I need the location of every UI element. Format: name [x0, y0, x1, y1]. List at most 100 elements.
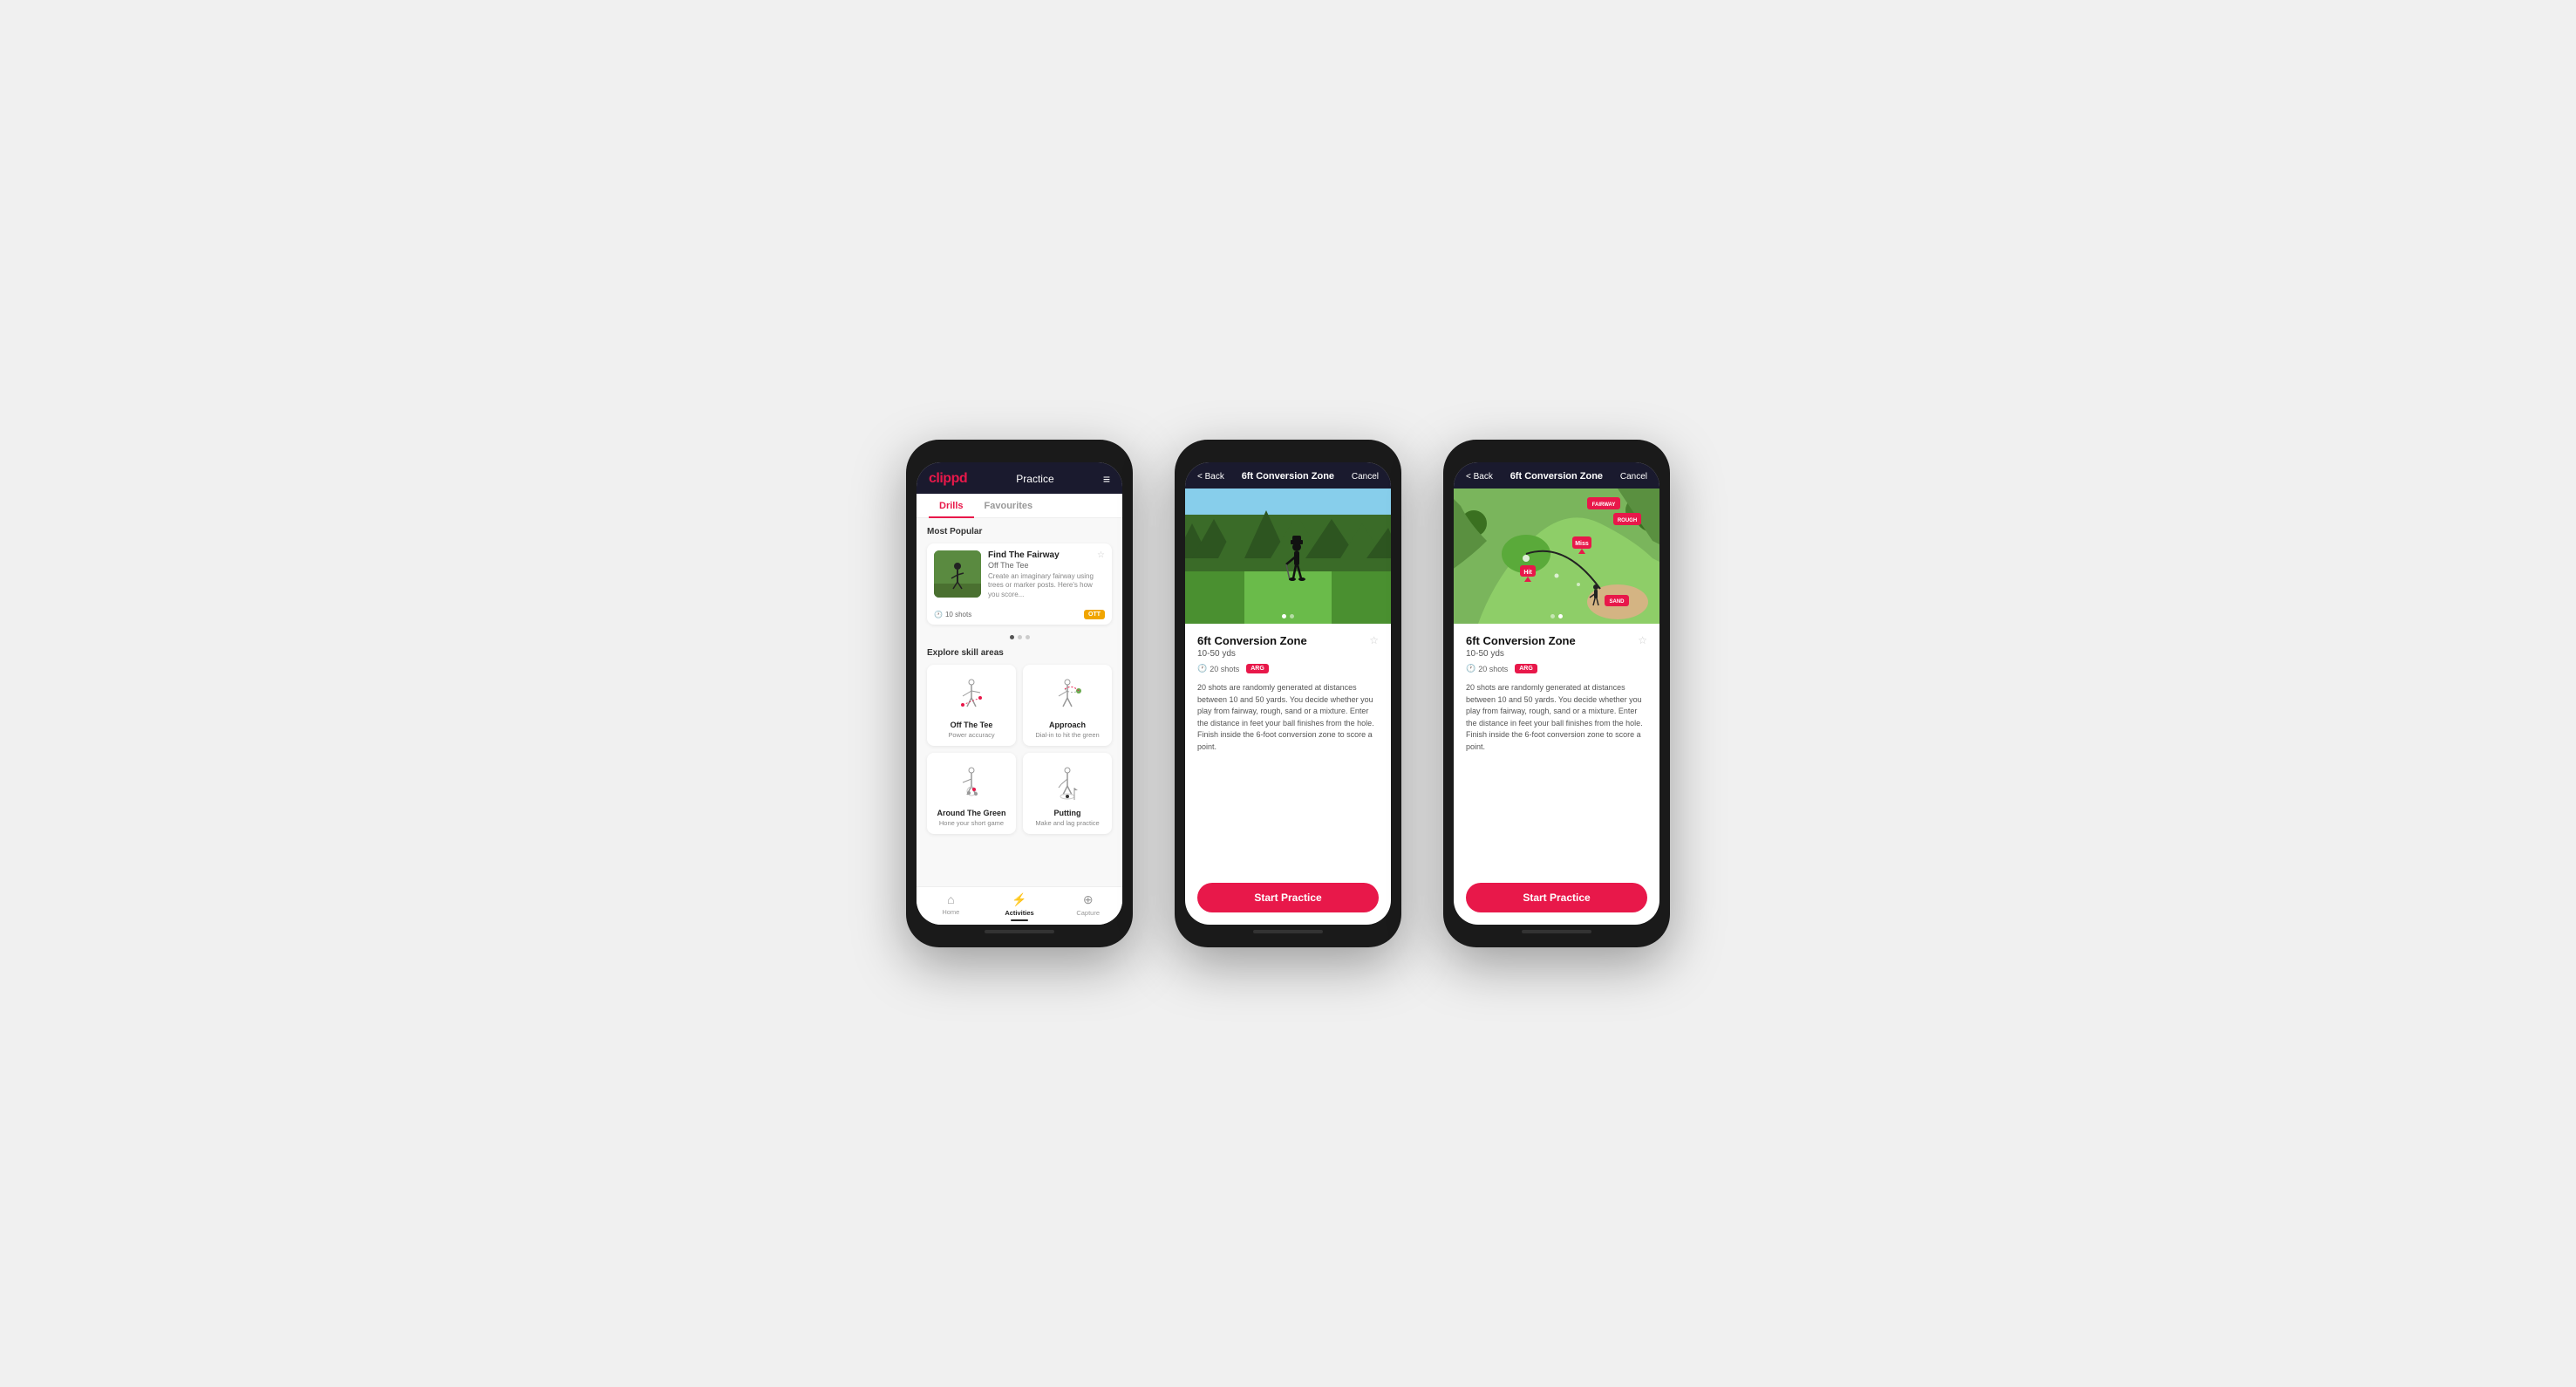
- svg-text:ROUGH: ROUGH: [1618, 518, 1637, 523]
- clock-icon-3: 🕐: [1466, 664, 1475, 673]
- nav-activities-label: Activities: [1005, 909, 1033, 917]
- nav-capture-label: Capture: [1076, 909, 1100, 917]
- skill-atg-name: Around The Green: [937, 809, 1005, 817]
- clock-icon: 🕐: [934, 611, 943, 618]
- cancel-button-3[interactable]: Cancel: [1620, 472, 1647, 482]
- back-button-3[interactable]: < Back: [1466, 472, 1493, 482]
- bottom-nav: ⌂ Home ⚡ Activities ⊕ Capture: [917, 886, 1122, 925]
- phone3-content: 6ft Conversion Zone ☆ 10-50 yds 🕐 20 sho…: [1454, 624, 1659, 883]
- start-practice-btn-2[interactable]: Start Practice: [1197, 883, 1379, 912]
- phone-1: clippd Practice ≡ Drills Favourites Most…: [906, 440, 1133, 947]
- putting-icon: [1046, 762, 1089, 805]
- dot-2: [1018, 635, 1022, 639]
- home-bar-2: [1253, 930, 1323, 933]
- drill-range-3: 10-50 yds: [1466, 649, 1647, 659]
- tab-favourites[interactable]: Favourites: [974, 494, 1044, 518]
- start-practice-btn-3[interactable]: Start Practice: [1466, 883, 1647, 912]
- svg-text:Miss: Miss: [1575, 541, 1589, 547]
- ott-icon: [950, 673, 993, 717]
- back-button-2[interactable]: < Back: [1197, 472, 1224, 482]
- golf-photo-svg: [1185, 489, 1391, 624]
- dot-3: [1026, 635, 1030, 639]
- phone-2: < Back 6ft Conversion Zone Cancel: [1175, 440, 1401, 947]
- scene: clippd Practice ≡ Drills Favourites Most…: [854, 387, 1722, 1000]
- nav-capture[interactable]: ⊕ Capture: [1053, 892, 1122, 921]
- clock-icon-2: 🕐: [1197, 664, 1207, 673]
- skill-ott-desc: Power accuracy: [948, 731, 994, 739]
- ott-badge: OTT: [1084, 610, 1105, 619]
- phone2-content: 6ft Conversion Zone ☆ 10-50 yds 🕐 20 sho…: [1185, 624, 1391, 883]
- phone-notch-3: [1522, 450, 1591, 455]
- explore-title: Explore skill areas: [927, 648, 1112, 658]
- fav-icon-3[interactable]: ☆: [1638, 634, 1647, 646]
- course-diagram-svg: Miss Hit FAIRWAY ROUGH SAND: [1454, 489, 1659, 624]
- drill-detail-2: 6ft Conversion Zone ☆ 10-50 yds 🕐 20 sho…: [1185, 624, 1391, 763]
- phone2-header: < Back 6ft Conversion Zone Cancel: [1185, 462, 1391, 489]
- img-dot-3-2: [1558, 614, 1563, 618]
- drill-meta-2: 🕐 20 shots ARG: [1197, 664, 1379, 673]
- home-bar-1: [985, 930, 1054, 933]
- skill-atg[interactable]: Around The Green Hone your short game: [927, 753, 1016, 834]
- arg-badge-2: ARG: [1246, 664, 1269, 673]
- nav-activities[interactable]: ⚡ Activities: [985, 892, 1054, 921]
- drill-description: Create an imaginary fairway using trees …: [988, 572, 1105, 599]
- skill-ott-name: Off The Tee: [951, 721, 993, 729]
- phone-notch: [985, 450, 1054, 455]
- drill-desc-2: 20 shots are randomly generated at dista…: [1197, 682, 1379, 753]
- img-dot-3-1: [1550, 614, 1555, 618]
- shots-info-3: 🕐 20 shots: [1466, 664, 1508, 673]
- featured-drill-card[interactable]: Find The Fairway Off The Tee ☆ Create an…: [927, 543, 1112, 625]
- shots-info-2: 🕐 20 shots: [1197, 664, 1239, 673]
- cancel-button-2[interactable]: Cancel: [1352, 472, 1379, 482]
- drill-body: Find The Fairway Off The Tee ☆ Create an…: [988, 550, 1105, 599]
- drill-header-3: 6ft Conversion Zone ☆: [1466, 634, 1647, 647]
- home-icon: ⌂: [947, 892, 954, 906]
- atg-icon: [950, 762, 993, 805]
- skill-putting-desc: Make and lag practice: [1035, 819, 1099, 827]
- tabs-bar: Drills Favourites: [917, 494, 1122, 518]
- tab-drills[interactable]: Drills: [929, 494, 974, 518]
- skill-ott[interactable]: Off The Tee Power accuracy: [927, 665, 1016, 746]
- drill-desc-3: 20 shots are randomly generated at dista…: [1466, 682, 1647, 753]
- activities-icon: ⚡: [1012, 892, 1026, 907]
- drill-title-header-3: 6ft Conversion Zone: [1510, 471, 1603, 482]
- image-dots-3: [1550, 614, 1563, 618]
- img-dot-1: [1282, 614, 1286, 618]
- drill-name-2: 6ft Conversion Zone: [1197, 634, 1307, 647]
- arg-badge-3: ARG: [1515, 664, 1537, 673]
- fav-icon-2[interactable]: ☆: [1369, 634, 1379, 646]
- drill-detail-3: 6ft Conversion Zone ☆ 10-50 yds 🕐 20 sho…: [1454, 624, 1659, 763]
- drill-meta-3: 🕐 20 shots ARG: [1466, 664, 1647, 673]
- capture-icon: ⊕: [1083, 892, 1094, 907]
- phone-notch-2: [1253, 450, 1323, 455]
- skill-atg-desc: Hone your short game: [939, 819, 1004, 827]
- skill-putting[interactable]: Putting Make and lag practice: [1023, 753, 1112, 834]
- carousel-dots: [927, 632, 1112, 643]
- approach-icon: [1046, 673, 1089, 717]
- phone-3-screen: < Back 6ft Conversion Zone Cancel: [1454, 462, 1659, 925]
- drill-header-2: 6ft Conversion Zone ☆: [1197, 634, 1379, 647]
- drill-subtitle: Off The Tee: [988, 561, 1060, 570]
- nav-home[interactable]: ⌂ Home: [917, 892, 985, 921]
- nav-home-label: Home: [942, 908, 959, 916]
- phone3-header: < Back 6ft Conversion Zone Cancel: [1454, 462, 1659, 489]
- phone-1-screen: clippd Practice ≡ Drills Favourites Most…: [917, 462, 1122, 925]
- skill-putting-name: Putting: [1054, 809, 1081, 817]
- phone-2-screen: < Back 6ft Conversion Zone Cancel: [1185, 462, 1391, 925]
- nav-active-indicator: [1011, 919, 1028, 921]
- skill-approach[interactable]: Approach Dial-in to hit the green: [1023, 665, 1112, 746]
- drill-image-3: Miss Hit FAIRWAY ROUGH SAND: [1454, 489, 1659, 624]
- favourite-icon[interactable]: ☆: [1097, 550, 1105, 560]
- golfer-svg: [934, 550, 981, 598]
- svg-text:Hit: Hit: [1523, 570, 1532, 576]
- phone-3: < Back 6ft Conversion Zone Cancel: [1443, 440, 1670, 947]
- header-title: Practice: [1016, 473, 1053, 485]
- skill-approach-desc: Dial-in to hit the green: [1035, 731, 1099, 739]
- skill-grid: Off The Tee Power accuracy: [927, 665, 1112, 834]
- drill-name-3: 6ft Conversion Zone: [1466, 634, 1576, 647]
- drill-title: Find The Fairway: [988, 550, 1060, 560]
- drill-footer: 🕐 10 shots OTT: [927, 606, 1112, 625]
- img-dot-2: [1290, 614, 1294, 618]
- menu-icon[interactable]: ≡: [1103, 472, 1110, 486]
- clippd-logo: clippd: [929, 471, 967, 487]
